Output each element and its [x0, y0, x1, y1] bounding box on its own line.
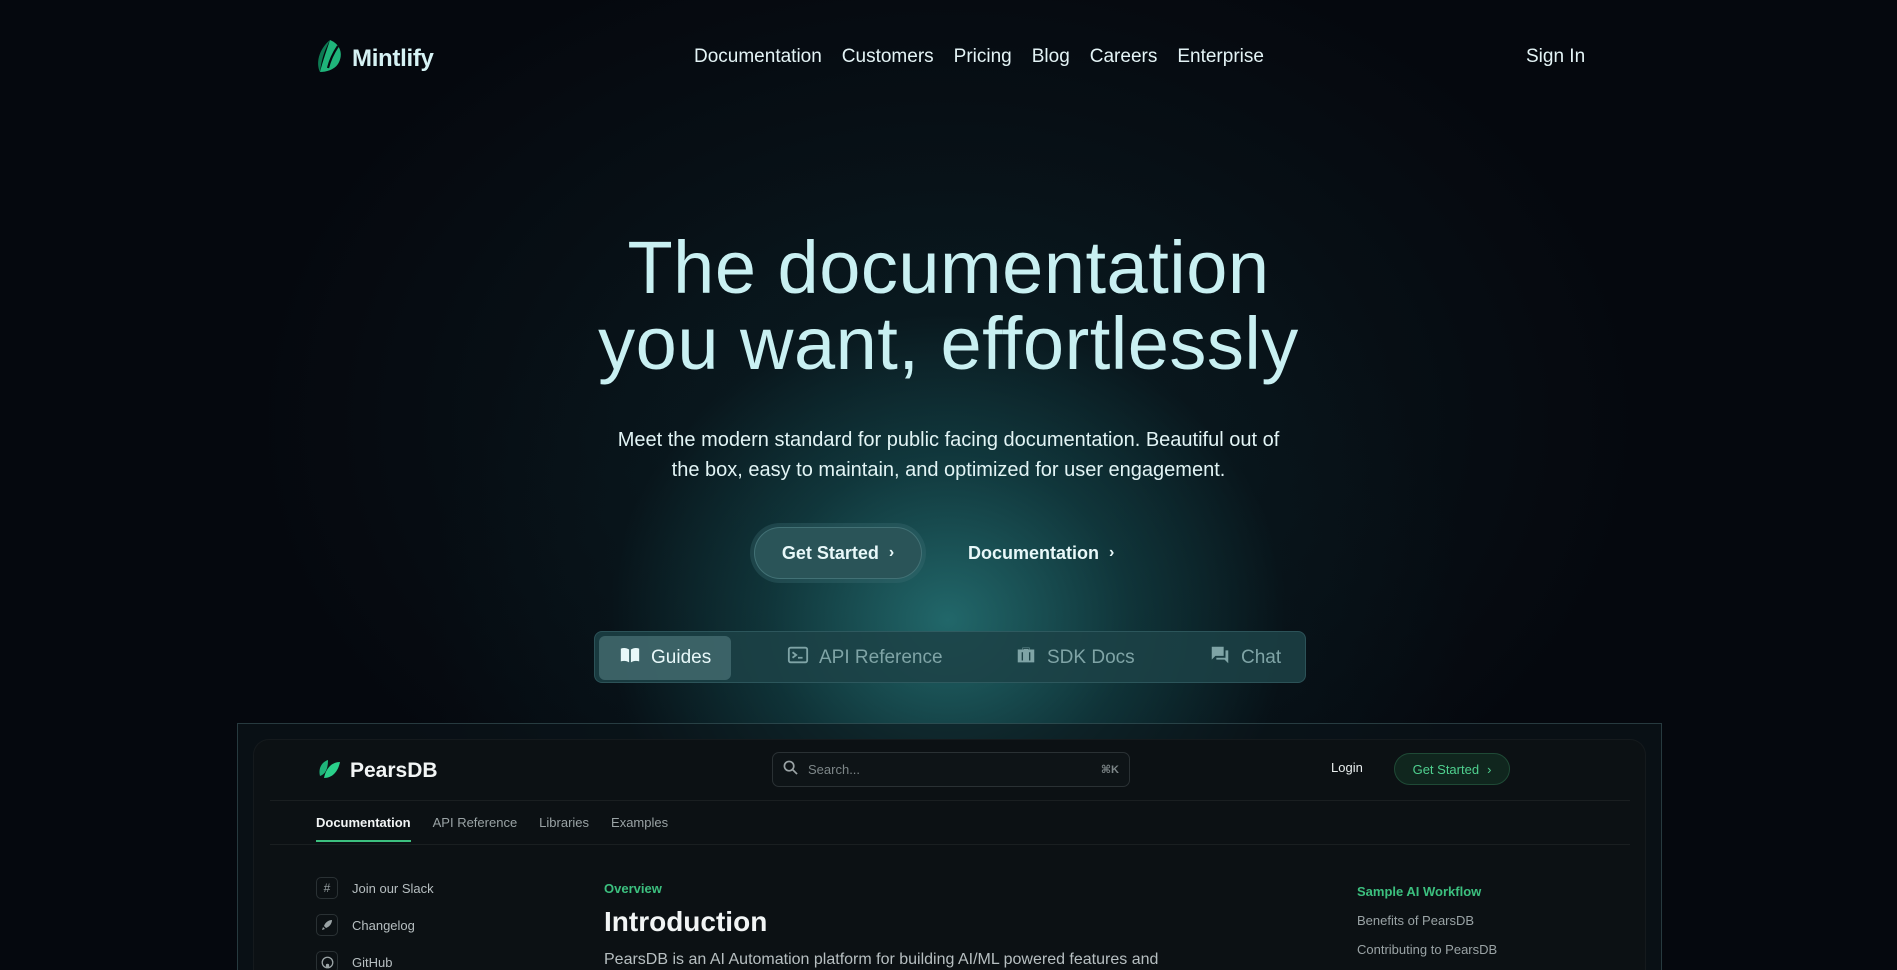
pearsdb-leaf-icon [316, 756, 342, 785]
toc-item[interactable]: Benefits of PearsDB [1357, 913, 1497, 942]
preview-brand-name: PearsDB [350, 758, 438, 782]
preview-tab-examples[interactable]: Examples [611, 815, 668, 842]
sidebar-item-label: Join our Slack [352, 880, 434, 896]
tab-api-reference-label: API Reference [819, 647, 943, 668]
preview-get-started-label: Get Started [1412, 761, 1480, 777]
get-started-button[interactable]: Get Started › [754, 527, 922, 579]
hero-subtitle: Meet the modern standard for public faci… [0, 425, 1897, 485]
divider [270, 844, 1630, 845]
book-open-icon [619, 644, 641, 672]
brand-name: Mintlify [352, 44, 434, 72]
terminal-icon [787, 644, 809, 672]
preview-tab-libraries[interactable]: Libraries [539, 815, 589, 842]
mintlify-leaf-icon [316, 38, 344, 79]
preview-login-link[interactable]: Login [1331, 760, 1363, 775]
brand-logo[interactable]: Mintlify [316, 38, 434, 79]
sidebar-item-label: Changelog [352, 917, 415, 933]
documentation-button[interactable]: Documentation › [968, 527, 1114, 579]
documentation-label: Documentation [968, 542, 1100, 563]
sign-in-link[interactable]: Sign In [1526, 46, 1585, 68]
chevron-right-icon: › [1487, 761, 1492, 777]
preview-tab-documentation[interactable]: Documentation [316, 815, 411, 842]
toc-item[interactable]: Contributing to PearsDB [1357, 942, 1497, 970]
nav-link-enterprise[interactable]: Enterprise [1177, 46, 1264, 68]
preview-section-label: Overview [604, 881, 662, 896]
hero-title-line1: The documentation [627, 226, 1270, 309]
preview-table-of-contents: Sample AI Workflow Benefits of PearsDB C… [1357, 884, 1497, 970]
nav-links: Documentation Customers Pricing Blog Car… [694, 46, 1264, 68]
preview-sidebar: # Join our Slack Changelog GitHub [316, 876, 434, 970]
briefcase-icon [1015, 644, 1037, 672]
nav-link-documentation[interactable]: Documentation [694, 46, 822, 68]
chat-bubbles-icon [1209, 644, 1231, 672]
preview-brand-logo[interactable]: PearsDB [316, 756, 438, 785]
divider [270, 800, 1630, 801]
nav-link-blog[interactable]: Blog [1032, 46, 1070, 68]
hero-subtitle-line1: Meet the modern standard for public faci… [617, 429, 1280, 451]
top-nav: Mintlify Documentation Customers Pricing… [0, 0, 1897, 114]
sidebar-item-changelog[interactable]: Changelog [316, 913, 434, 937]
preview-tab-api-reference[interactable]: API Reference [433, 815, 518, 842]
nav-link-pricing[interactable]: Pricing [954, 46, 1012, 68]
tab-api-reference[interactable]: API Reference [787, 636, 943, 680]
chevron-right-icon: › [1109, 544, 1115, 561]
sidebar-item-github[interactable]: GitHub [316, 950, 434, 970]
get-started-label: Get Started [781, 542, 879, 563]
github-icon [316, 951, 338, 970]
preview-body-text: PearsDB is an AI Automation platform for… [604, 951, 1159, 968]
hero-subtitle-line2: the box, easy to maintain, and optimized… [671, 459, 1226, 481]
product-tabs: Guides API Reference SDK Docs Chat [594, 631, 1306, 683]
rocket-icon [316, 914, 338, 936]
nav-link-customers[interactable]: Customers [842, 46, 934, 68]
slack-icon: # [316, 877, 338, 899]
sidebar-item-slack[interactable]: # Join our Slack [316, 876, 434, 900]
nav-link-careers[interactable]: Careers [1090, 46, 1158, 68]
tab-guides[interactable]: Guides [599, 636, 732, 680]
search-icon [783, 760, 798, 780]
tab-guides-label: Guides [651, 647, 712, 668]
sidebar-item-label: GitHub [352, 954, 393, 970]
chevron-right-icon: › [888, 544, 895, 561]
preview-heading: Introduction [604, 906, 768, 937]
search-shortcut: ⌘K [1100, 764, 1119, 776]
tab-chat[interactable]: Chat [1209, 636, 1281, 680]
tab-chat-label: Chat [1241, 647, 1282, 668]
preview-tabs: Documentation API Reference Libraries Ex… [316, 815, 668, 842]
tab-sdk-docs[interactable]: SDK Docs [1015, 636, 1135, 680]
preview-get-started-button[interactable]: Get Started › [1394, 753, 1510, 785]
tab-sdk-docs-label: SDK Docs [1047, 647, 1135, 668]
hero-title: The documentation you want, effortlessly [0, 230, 1897, 382]
toc-item[interactable]: Sample AI Workflow [1357, 884, 1497, 913]
search-placeholder: Search... [808, 762, 861, 777]
preview-search-input[interactable]: Search... ⌘K [772, 752, 1130, 787]
hero-title-line2: you want, effortlessly [598, 302, 1299, 385]
